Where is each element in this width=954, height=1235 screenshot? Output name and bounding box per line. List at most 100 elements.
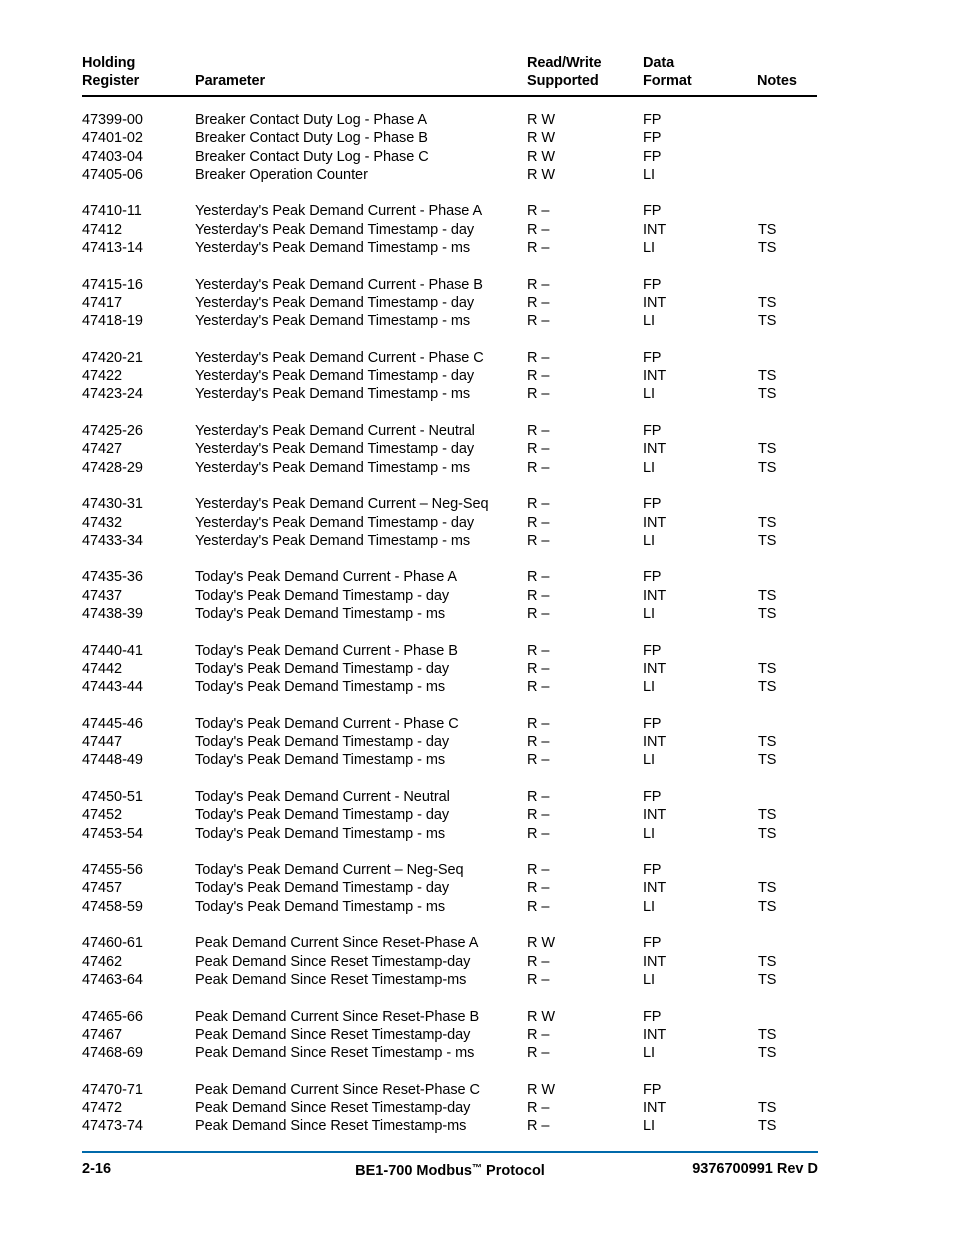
cell-holding-register: 47442 xyxy=(82,660,123,677)
cell-data-format: INT xyxy=(643,660,667,677)
cell-read-write-supported: R W xyxy=(527,148,556,165)
cell-read-write-supported: R – xyxy=(527,532,550,549)
table-row: 47445-46 Today's Peak Demand Current - Ph… xyxy=(82,715,818,733)
cell-parameter: Peak Demand Current Since Reset-Phase B xyxy=(195,1008,480,1025)
table-row: 47435-36 Today's Peak Demand Current - Ph… xyxy=(82,568,818,586)
cell-holding-register: 47428-29 xyxy=(82,459,143,476)
cell-holding-register: 47443-44 xyxy=(82,679,143,696)
cell-holding-register: 47452 xyxy=(82,807,123,824)
table-row: 47412 Yesterday's Peak Demand Timestamp -… xyxy=(82,221,818,239)
cell-notes: TS xyxy=(758,898,777,915)
table-row: 47399-00 Breaker Contact Duty Log - Phase… xyxy=(82,111,818,129)
cell-data-format: FP xyxy=(643,642,662,659)
cell-read-write-supported: R – xyxy=(527,1100,550,1117)
cell-read-write-supported: R – xyxy=(527,606,550,623)
table-row: 47430-31 Yesterday's Peak Demand Current … xyxy=(82,495,818,513)
table-row: 47448-49 Today's Peak Demand Timestamp - … xyxy=(82,751,818,769)
table-row: 47453-54 Today's Peak Demand Timestamp - … xyxy=(82,825,818,843)
cell-notes: TS xyxy=(758,953,777,970)
cell-holding-register: 47460-61 xyxy=(82,935,143,952)
cell-holding-register: 47422 xyxy=(82,368,123,385)
cell-holding-register: 47463-64 xyxy=(82,971,143,988)
cell-data-format: FP xyxy=(643,423,662,440)
cell-parameter: Peak Demand Since Reset Timestamp-ms xyxy=(195,971,467,988)
cell-read-write-supported: R W xyxy=(527,112,556,128)
cell-data-format: LI xyxy=(643,166,655,183)
table-row: 47470-71 Peak Demand Current Since Reset-… xyxy=(82,1081,818,1099)
cell-read-write-supported: R – xyxy=(527,788,550,805)
cell-read-write-supported: R – xyxy=(527,1118,550,1135)
register-group: 47425-26 Yesterday's Peak Demand Current … xyxy=(82,422,818,477)
cell-read-write-supported: R – xyxy=(527,898,550,915)
register-group: 47430-31 Yesterday's Peak Demand Current … xyxy=(82,495,818,550)
cell-data-format: INT xyxy=(643,441,667,458)
cell-holding-register: 47417 xyxy=(82,294,123,311)
cell-notes: TS xyxy=(758,1026,777,1043)
register-group: 47465-66 Peak Demand Current Since Reset-… xyxy=(82,1008,818,1063)
cell-data-format: FP xyxy=(643,715,662,732)
register-group: 47420-21 Yesterday's Peak Demand Current … xyxy=(82,349,818,404)
table-row: 47438-39 Today's Peak Demand Timestamp - … xyxy=(82,605,818,623)
cell-data-format: LI xyxy=(643,679,655,696)
cell-parameter: Yesterday's Peak Demand Timestamp - ms xyxy=(195,240,471,257)
cell-holding-register: 47401-02 xyxy=(82,130,143,147)
table-row: 47473-74 Peak Demand Since Reset Timestam… xyxy=(82,1117,818,1135)
cell-parameter: Yesterday's Peak Demand Timestamp - day xyxy=(195,294,475,311)
cell-read-write-supported: R – xyxy=(527,349,550,366)
cell-data-format: LI xyxy=(643,825,655,842)
cell-data-format: LI xyxy=(643,532,655,549)
cell-holding-register: 47430-31 xyxy=(82,496,143,513)
table-row: 47447 Today's Peak Demand Timestamp - day… xyxy=(82,733,818,751)
table-row: 47440-41 Today's Peak Demand Current - Ph… xyxy=(82,642,818,660)
cell-holding-register: 47433-34 xyxy=(82,532,143,549)
cell-holding-register: 47410-11 xyxy=(82,203,142,220)
cell-data-format: LI xyxy=(643,459,655,476)
column-header-notes: Notes xyxy=(757,73,797,90)
cell-parameter: Peak Demand Since Reset Timestamp-day xyxy=(195,1100,471,1117)
cell-parameter: Yesterday's Peak Demand Timestamp - ms xyxy=(195,386,471,403)
cell-notes: TS xyxy=(758,971,777,988)
cell-holding-register: 47465-66 xyxy=(82,1008,143,1025)
cell-read-write-supported: R – xyxy=(527,514,550,531)
table-header-divider xyxy=(82,95,817,97)
cell-data-format: LI xyxy=(643,971,655,988)
cell-read-write-supported: R – xyxy=(527,423,550,440)
cell-parameter: Peak Demand Since Reset Timestamp-ms xyxy=(195,1118,467,1135)
cell-data-format: INT xyxy=(643,221,667,238)
register-group: 47440-41 Today's Peak Demand Current - Ph… xyxy=(82,642,818,697)
cell-parameter: Breaker Operation Counter xyxy=(195,166,368,183)
cell-notes: TS xyxy=(758,1045,777,1062)
table-row: 47465-66 Peak Demand Current Since Reset-… xyxy=(82,1008,818,1026)
cell-holding-register: 47462 xyxy=(82,953,123,970)
table-row: 47405-06 Breaker Operation Counter R W LI xyxy=(82,166,818,184)
cell-holding-register: 47470-71 xyxy=(82,1081,143,1098)
column-header-data-format: Data Format xyxy=(643,55,692,90)
cell-holding-register: 47427 xyxy=(82,441,123,458)
cell-notes: TS xyxy=(758,734,777,751)
cell-parameter: Yesterday's Peak Demand Timestamp - ms xyxy=(195,532,471,549)
cell-holding-register: 47425-26 xyxy=(82,423,143,440)
cell-data-format: INT xyxy=(643,734,667,751)
cell-parameter: Yesterday's Peak Demand Timestamp - day xyxy=(195,514,475,531)
cell-data-format: INT xyxy=(643,880,667,897)
cell-read-write-supported: R – xyxy=(527,386,550,403)
cell-notes: TS xyxy=(758,660,777,677)
table-row: 47423-24 Yesterday's Peak Demand Timestam… xyxy=(82,385,818,403)
register-group: 47399-00 Breaker Contact Duty Log - Phase… xyxy=(82,111,818,184)
cell-notes: TS xyxy=(758,294,777,311)
cell-read-write-supported: R – xyxy=(527,679,550,696)
cell-read-write-supported: R – xyxy=(527,862,550,879)
cell-notes: TS xyxy=(758,752,777,769)
cell-data-format: FP xyxy=(643,1008,662,1025)
table-row: 47437 Today's Peak Demand Timestamp - day… xyxy=(82,587,818,605)
cell-parameter: Today's Peak Demand Current - Neutral xyxy=(195,788,450,805)
cell-data-format: FP xyxy=(643,935,662,952)
cell-read-write-supported: R – xyxy=(527,587,550,604)
cell-data-format: FP xyxy=(643,496,662,513)
table-row: 47452 Today's Peak Demand Timestamp - day… xyxy=(82,806,818,824)
footer-title-suffix: Protocol xyxy=(482,1163,545,1179)
cell-notes: TS xyxy=(758,880,777,897)
cell-parameter: Yesterday's Peak Demand Current - Phase … xyxy=(195,203,483,220)
cell-notes: TS xyxy=(758,459,777,476)
cell-read-write-supported: R – xyxy=(527,1045,550,1062)
